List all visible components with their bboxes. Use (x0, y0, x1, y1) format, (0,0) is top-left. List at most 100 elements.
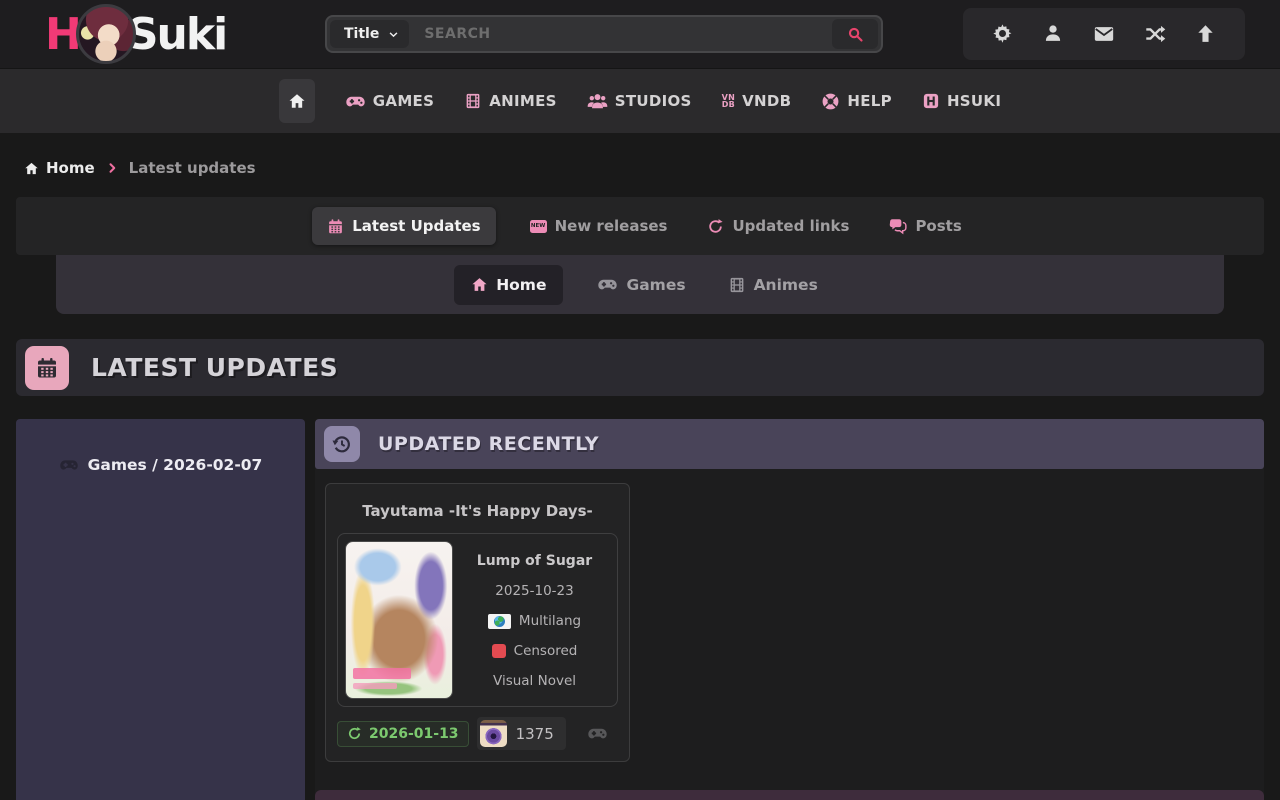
game-title[interactable]: Tayutama -It's Happy Days- (337, 495, 618, 533)
nav-item-label: HSUKI (947, 92, 1001, 110)
refresh-icon (347, 726, 362, 741)
tab-latest-updates[interactable]: Latest Updates (312, 207, 495, 245)
nav-item-hsuki[interactable]: HSUKI (922, 92, 1001, 110)
censorship-label: Censored (514, 643, 578, 659)
studio-name[interactable]: Lump of Sugar (477, 553, 592, 569)
tab-label: Latest Updates (352, 217, 480, 235)
nav-item-animes[interactable]: ANIMES (464, 92, 557, 110)
nav-item-label: STUDIOS (615, 92, 692, 110)
nav-item-label: ANIMES (489, 92, 557, 110)
envelope-icon (1093, 23, 1115, 45)
censorship-row: Censored (492, 643, 578, 659)
random-icon (1144, 23, 1166, 45)
nav-item-vndb[interactable]: VNDB VNDB (722, 92, 792, 110)
arrow-up-icon (1195, 23, 1216, 44)
sidebar-heading-games-date[interactable]: Games / 2026-02-07 (59, 455, 263, 475)
views-count: 1375 (516, 725, 554, 743)
calendar-icon (35, 356, 59, 380)
language-label: Multilang (519, 613, 581, 629)
page-title-icon-box (25, 346, 69, 390)
messages-button[interactable] (1093, 23, 1115, 45)
eye-thumbnail (480, 720, 507, 747)
user-icon (1043, 23, 1063, 43)
gamepad-icon (597, 274, 618, 295)
search-input[interactable] (412, 26, 829, 42)
main-panel: UPDATED RECENTLY Tayutama -It's Happy Da… (315, 419, 1264, 800)
game-info: Lump of Sugar 2025-10-23 Multilang Censo… (459, 541, 610, 699)
nav-item-label: HELP (847, 92, 892, 110)
breadcrumb-home-link[interactable]: Home (24, 159, 95, 177)
home-icon (288, 92, 306, 110)
gamepad-icon (587, 723, 608, 744)
nav-item-label: VNDB (742, 92, 791, 110)
release-date: 2025-10-23 (495, 583, 573, 599)
search-bar: Title (325, 15, 883, 53)
life-ring-icon (821, 92, 840, 111)
section-title: UPDATED RECENTLY (378, 433, 599, 455)
tabs-bar: Latest Updates NEW New releases Updated … (16, 197, 1264, 255)
topbar-icon-group (963, 8, 1245, 60)
breadcrumb-home-label: Home (46, 159, 95, 177)
tab-updated-links[interactable]: Updated links (701, 207, 855, 245)
subtab-home[interactable]: Home (454, 265, 563, 305)
tab-label: Posts (915, 217, 961, 235)
h-square-icon (922, 92, 940, 110)
topbar: H Suki Title (0, 0, 1280, 68)
gamepad-icon (345, 91, 366, 112)
film-icon (464, 92, 482, 110)
views-badge[interactable]: 1375 (477, 717, 566, 750)
language-row: Multilang (488, 613, 581, 629)
search-button[interactable] (832, 19, 878, 49)
subtab-games[interactable]: Games (589, 264, 693, 305)
next-section-header-edge (315, 790, 1264, 800)
calendar-icon (327, 218, 344, 235)
new-badge-icon: NEW (530, 220, 547, 233)
game-card-footer: 2026-01-13 1375 (337, 717, 618, 750)
home-icon (24, 161, 39, 176)
search-icon (847, 26, 864, 43)
site-logo[interactable]: H Suki (45, 4, 226, 64)
chevron-right-icon (106, 162, 118, 174)
main-navigation: GAMES ANIMES STUDIOS VNDB VNDB HELP HSUK… (0, 68, 1280, 133)
updated-recently-header: UPDATED RECENTLY (315, 419, 1264, 469)
game-cover-image[interactable] (345, 541, 453, 699)
breadcrumb: Home Latest updates (24, 153, 1280, 183)
nav-home-button[interactable] (279, 79, 315, 123)
subtab-animes[interactable]: Animes (720, 266, 826, 304)
nav-item-help[interactable]: HELP (821, 92, 892, 111)
subtab-label: Games (626, 276, 685, 294)
home-icon (471, 276, 488, 293)
nav-item-studios[interactable]: STUDIOS (587, 91, 692, 112)
logo-h-text: H (45, 9, 80, 60)
search-category-value: Title (344, 26, 379, 42)
globe-flag-icon (488, 614, 511, 629)
nav-item-label: GAMES (373, 92, 434, 110)
section-icon-box (324, 426, 360, 462)
random-button[interactable] (1144, 23, 1166, 45)
tab-posts[interactable]: Posts (883, 207, 967, 245)
game-card: Tayutama -It's Happy Days- Lump of Sugar… (325, 483, 630, 762)
red-square-icon (492, 644, 506, 658)
nav-item-games[interactable]: GAMES (345, 91, 434, 112)
sidebar-heading-label: Games / 2026-02-07 (88, 456, 263, 474)
game-card-body: Lump of Sugar 2025-10-23 Multilang Censo… (337, 533, 618, 707)
sidebar: Games / 2026-02-07 (16, 419, 305, 800)
subtabs-bar: Home Games Animes (56, 255, 1224, 314)
tab-new-releases[interactable]: NEW New releases (524, 207, 674, 245)
game-category: Visual Novel (493, 673, 576, 689)
subtab-label: Home (496, 276, 546, 294)
comments-icon (889, 217, 907, 235)
search-category-select[interactable]: Title (330, 20, 409, 48)
gear-icon (992, 23, 1013, 44)
profile-button[interactable] (1042, 23, 1064, 45)
vndb-icon: VNDB (722, 94, 736, 108)
refresh-icon (707, 218, 724, 235)
update-date-pill: 2026-01-13 (337, 721, 469, 747)
group-icon (587, 91, 608, 112)
breadcrumb-current: Latest updates (129, 159, 256, 177)
arrow-up-button[interactable] (1194, 23, 1216, 45)
logo-suki-text: Suki (127, 9, 226, 60)
settings-button[interactable] (992, 23, 1014, 45)
update-date: 2026-01-13 (369, 726, 459, 742)
tab-label: New releases (555, 217, 668, 235)
